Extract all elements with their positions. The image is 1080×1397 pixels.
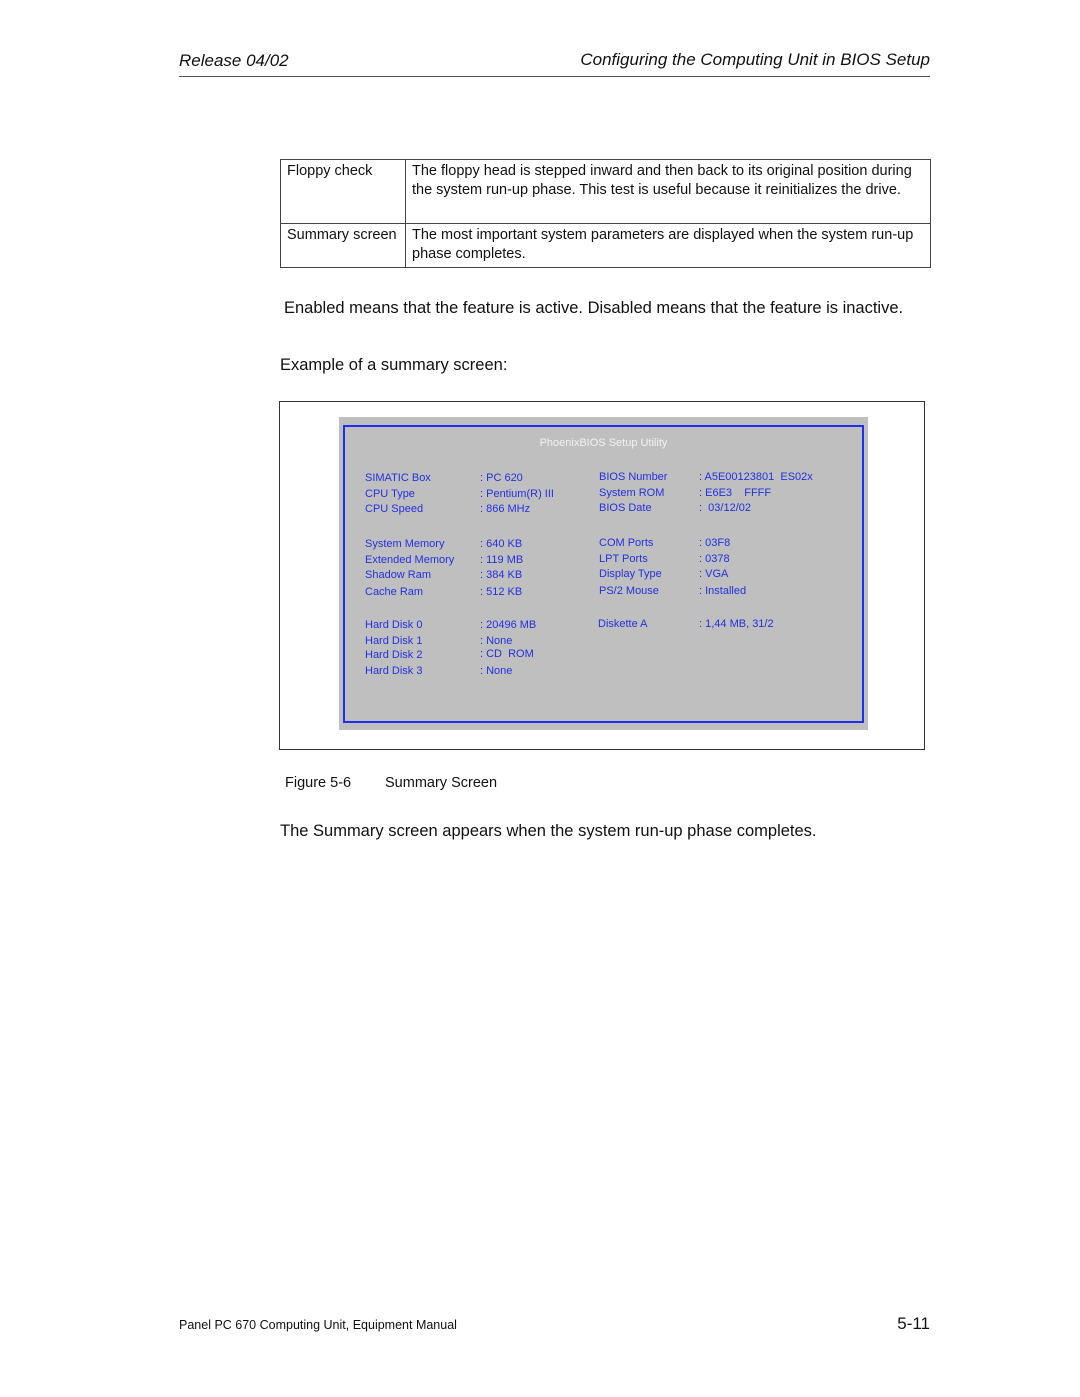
bios-value: : None	[480, 635, 513, 647]
bios-value: : 384 KB	[480, 569, 523, 581]
bios-value: : CD ROM	[480, 648, 534, 660]
bios-value: : 0378	[699, 553, 730, 565]
bios-value: : 640 KB	[480, 538, 523, 550]
closing-paragraph: The Summary screen appears when the syst…	[280, 822, 817, 840]
bios-label: Hard Disk 3	[365, 665, 423, 677]
bios-value: : 119 MB	[480, 554, 524, 566]
enabled-disabled-paragraph: Enabled means that the feature is active…	[280, 297, 920, 320]
description-cell: The most important system parameters are…	[405, 223, 931, 268]
figure-caption: Figure 5-6 Summary Screen	[285, 775, 497, 791]
bios-label: Hard Disk 1	[365, 635, 423, 647]
bios-label: Diskette A	[598, 618, 648, 630]
release-label: Release 04/02	[179, 51, 289, 70]
definition-table: Floppy check The floppy head is stepped …	[280, 159, 931, 268]
bios-label: Cache Ram	[365, 586, 424, 598]
bios-label: Hard Disk 0	[365, 619, 423, 631]
term-cell: Floppy check	[280, 159, 406, 224]
bios-value: : A5E00123801 ES02x	[699, 471, 813, 483]
bios-label: System ROM	[599, 487, 665, 499]
table-row: Floppy check The floppy head is stepped …	[280, 159, 931, 224]
page-header: Release 04/02 Configuring the Computing …	[179, 48, 930, 77]
bios-value: : 20496 MB	[480, 619, 537, 631]
bios-label: SIMATIC Box	[365, 472, 431, 484]
bios-label: BIOS Date	[599, 502, 652, 514]
bios-value: : 512 KB	[480, 586, 523, 598]
bios-value: : Installed	[699, 585, 747, 597]
bios-value: : 03/12/02	[699, 502, 751, 514]
bios-value: : Pentium(R) III	[480, 488, 554, 500]
bios-label: Extended Memory	[365, 554, 455, 566]
bios-label: Display Type	[599, 568, 662, 580]
bios-label: System Memory	[365, 538, 445, 550]
bios-label: LPT Ports	[599, 553, 648, 565]
bios-label: Shadow Ram	[365, 569, 432, 581]
description-cell: The floppy head is stepped inward and th…	[405, 159, 931, 224]
bios-value: : VGA	[699, 568, 729, 580]
bios-value: : 03F8	[699, 537, 731, 549]
example-intro: Example of a summary screen:	[280, 356, 508, 374]
bios-label: BIOS Number	[599, 471, 668, 483]
term-cell: Summary screen	[280, 223, 406, 268]
bios-label: COM Ports	[599, 537, 654, 549]
bios-title: PhoenixBIOS Setup Utility	[539, 437, 668, 449]
figure-number: Figure 5-6	[285, 775, 352, 791]
section-title: Configuring the Computing Unit in BIOS S…	[580, 50, 930, 69]
paragraph-text: Enabled means that the feature is active…	[284, 299, 904, 317]
bios-value: : None	[480, 665, 513, 677]
bios-label: PS/2 Mouse	[599, 585, 659, 597]
bios-label: CPU Speed	[365, 503, 424, 515]
bios-label: CPU Type	[365, 488, 415, 500]
page-number: 5-11	[897, 1314, 930, 1333]
footer-manual-title: Panel PC 670 Computing Unit, Equipment M…	[179, 1318, 457, 1332]
bios-value: : E6E3 FFFF	[699, 487, 772, 499]
bios-value: : 1,44 MB, 31/2	[699, 618, 774, 630]
bios-label: Hard Disk 2	[365, 649, 423, 661]
bios-value: : PC 620	[480, 472, 523, 484]
table-row: Summary screen The most important system…	[280, 223, 931, 268]
bios-value: : 866 MHz	[480, 503, 531, 515]
figure-title: Summary Screen	[385, 775, 498, 791]
